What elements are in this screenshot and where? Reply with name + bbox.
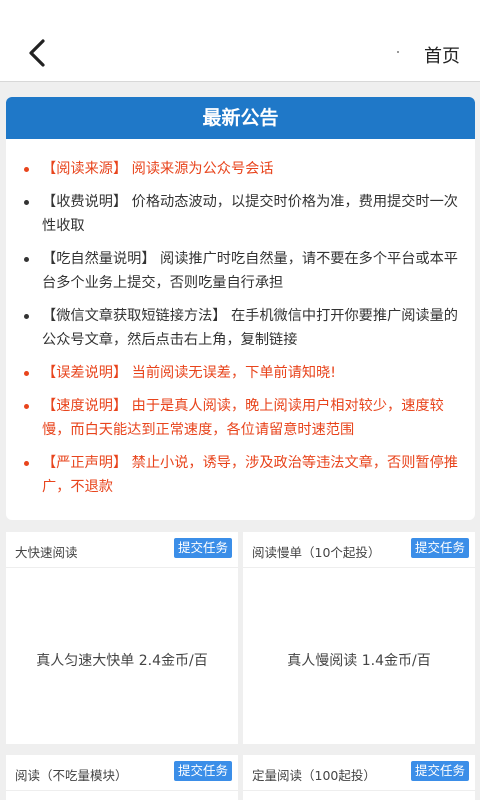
- card-price: 真人慢阅读 1.4金币/百: [287, 653, 431, 669]
- bullet-icon: [24, 167, 29, 172]
- card-title: 大快速阅读: [15, 545, 78, 560]
- bullet-icon: [24, 371, 29, 376]
- submit-task-button[interactable]: 提交任务: [410, 538, 469, 558]
- service-card-fixed-read[interactable]: 定量阅读（100起投） 提交任务: [243, 755, 475, 800]
- announcement-text: 【误差说明】 当前阅读无误差，下单前请知晓!: [42, 365, 336, 381]
- announcement-text: 【收费说明】 价格动态波动，以提交时价格为准，费用提交时一次性收取: [42, 194, 458, 234]
- card-price: 真人匀速大快单 2.4金币/百: [36, 653, 208, 669]
- announcement-item: 【严正声明】 禁止小说，诱导，涉及政治等违法文章，否则暂停推广，不退款: [24, 451, 461, 499]
- announcement-title: 最新公告: [6, 97, 475, 139]
- announcement-text: 【阅读来源】 阅读来源为公众号会话: [42, 161, 274, 177]
- announcement-text: 【微信文章获取短链接方法】 在手机微信中打开你要推广阅读量的公众号文章，然后点击…: [42, 308, 458, 348]
- announcement-text: 【速度说明】 由于是真人阅读，晚上阅读用户相对较少，速度较慢，而白天能达到正常速…: [42, 398, 444, 438]
- announcement-text: 【严正声明】 禁止小说，诱导，涉及政治等违法文章，否则暂停推广，不退款: [42, 455, 458, 495]
- announcement-text: 【吃自然量说明】 阅读推广时吃自然量，请不要在多个平台或本平台多个业务上提交，否…: [42, 251, 458, 291]
- service-card-slow-read[interactable]: 阅读慢单（10个起投） 提交任务 真人慢阅读 1.4金币/百: [243, 532, 475, 744]
- card-header: 阅读（不吃量模块） 提交任务: [6, 755, 238, 791]
- announcement-list: 【阅读来源】 阅读来源为公众号会话 【收费说明】 价格动态波动，以提交时价格为准…: [6, 139, 475, 499]
- announcement-item: 【吃自然量说明】 阅读推广时吃自然量，请不要在多个平台或本平台多个业务上提交，否…: [24, 247, 461, 295]
- bullet-icon: [24, 200, 29, 205]
- home-link[interactable]: 首页: [424, 42, 460, 68]
- back-button[interactable]: [22, 36, 52, 70]
- chevron-left-icon: [29, 39, 45, 67]
- top-navigation-bar: 首页: [0, 0, 480, 82]
- card-title: 定量阅读（100起投）: [252, 768, 376, 783]
- bullet-icon: [24, 257, 29, 262]
- card-header: 大快速阅读 提交任务: [6, 532, 238, 568]
- announcement-item: 【阅读来源】 阅读来源为公众号会话: [24, 157, 461, 181]
- card-title: 阅读慢单（10个起投）: [252, 545, 381, 560]
- submit-task-button[interactable]: 提交任务: [410, 761, 469, 781]
- bullet-icon: [24, 461, 29, 466]
- card-title: 阅读（不吃量模块）: [15, 768, 128, 783]
- announcement-item: 【速度说明】 由于是真人阅读，晚上阅读用户相对较少，速度较慢，而白天能达到正常速…: [24, 394, 461, 442]
- card-header: 定量阅读（100起投） 提交任务: [243, 755, 475, 791]
- submit-task-button[interactable]: 提交任务: [173, 538, 232, 558]
- submit-task-button[interactable]: 提交任务: [173, 761, 232, 781]
- service-card-fast-read[interactable]: 大快速阅读 提交任务 真人匀速大快单 2.4金币/百: [6, 532, 238, 744]
- announcement-item: 【收费说明】 价格动态波动，以提交时价格为准，费用提交时一次性收取: [24, 190, 461, 238]
- announcement-item: 【误差说明】 当前阅读无误差，下单前请知晓!: [24, 361, 461, 385]
- bullet-icon: [24, 314, 29, 319]
- service-card-no-natural-read[interactable]: 阅读（不吃量模块） 提交任务: [6, 755, 238, 800]
- card-header: 阅读慢单（10个起投） 提交任务: [243, 532, 475, 568]
- announcement-panel: 最新公告 【阅读来源】 阅读来源为公众号会话 【收费说明】 价格动态波动，以提交…: [6, 97, 475, 520]
- decorative-dot: [397, 51, 399, 53]
- bullet-icon: [24, 404, 29, 409]
- announcement-item: 【微信文章获取短链接方法】 在手机微信中打开你要推广阅读量的公众号文章，然后点击…: [24, 304, 461, 352]
